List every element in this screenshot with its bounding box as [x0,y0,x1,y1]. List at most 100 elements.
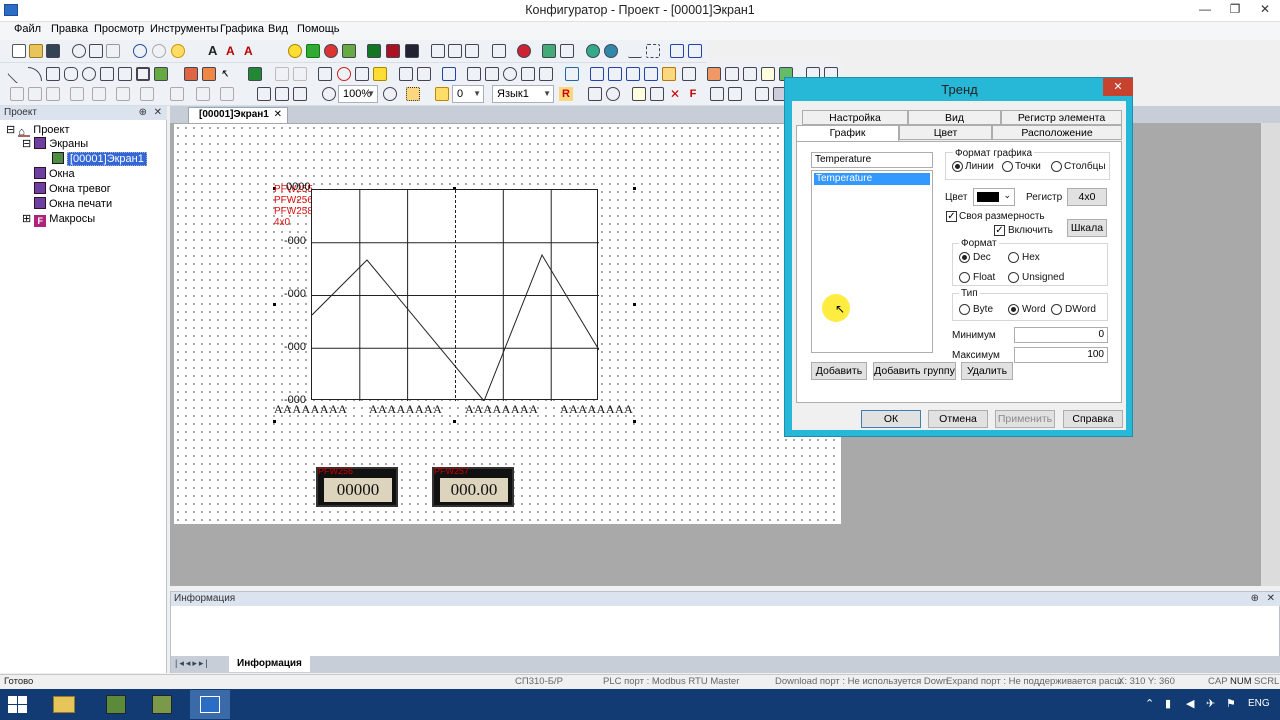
switch-icon[interactable] [399,67,413,81]
paste-icon[interactable] [106,44,120,58]
bitmap-icon[interactable] [184,67,198,81]
selection-handle[interactable] [633,187,636,190]
radio-bars[interactable] [1051,161,1062,172]
menu-tools[interactable]: Инструменты [150,23,219,35]
radio-float[interactable] [959,272,970,283]
window-icon[interactable] [560,44,574,58]
radio-dec[interactable] [959,252,970,263]
switch2-icon[interactable] [417,67,431,81]
series-list[interactable]: Temperature [811,170,933,353]
close-icon[interactable]: ✕ [1267,592,1275,606]
tree-item-windows[interactable]: Окна [34,167,75,181]
lamp-icon[interactable] [288,44,302,58]
line-icon[interactable] [7,64,27,84]
tree-item-screen1[interactable]: [00001]Экран1 [52,152,147,166]
shield-icon[interactable] [565,67,579,81]
counter-icon[interactable] [492,44,506,58]
register-button[interactable]: 4x0 [1067,188,1107,206]
record-icon[interactable] [517,44,531,58]
align-right-icon[interactable] [46,87,60,101]
close-icon[interactable]: ✕ [154,106,162,120]
add-button[interactable]: Добавить [811,362,867,380]
scale-button[interactable]: Шкала [1067,219,1107,237]
same-width-icon[interactable] [140,87,154,101]
redo-icon[interactable] [152,44,166,58]
numeric-display[interactable]: PFW256 00000 [316,466,398,507]
tab-settings[interactable]: Настройка [802,110,908,125]
ascii3-icon[interactable] [465,44,479,58]
radio-unsigned[interactable] [1008,272,1019,283]
zoom-select[interactable]: 100% ▼ [338,85,378,103]
tray-arrow-icon[interactable]: ⌃ [1145,697,1154,710]
radio-dword[interactable] [1051,304,1062,315]
text-style-icon[interactable]: A [226,44,240,58]
apply-button[interactable]: Применить [995,410,1055,428]
expand-icon[interactable]: ⊞ [22,213,31,225]
menu-edit[interactable]: Правка [51,23,88,35]
bitmap2-icon[interactable] [202,67,216,81]
menu-view[interactable]: Просмотр [94,23,144,35]
cancel-button[interactable]: Отмена [928,410,988,428]
cut-icon[interactable] [72,44,86,58]
send-back-icon[interactable] [275,87,289,101]
tree-item-project[interactable]: ⊟ ⌂ Проект [6,123,70,138]
space2-icon[interactable] [220,87,234,101]
dialog-close-button[interactable]: ✕ [1103,78,1133,96]
input-language[interactable]: ENG [1248,698,1270,709]
numeric-display[interactable]: PFW257 000.00 [432,466,514,507]
language-select[interactable]: Язык1 ▼ [492,85,554,103]
delete-button[interactable]: Удалить [961,362,1013,380]
tool2-icon[interactable] [728,87,742,101]
selection-handle[interactable] [453,420,456,423]
globe-icon[interactable] [586,44,600,58]
flag-icon[interactable]: ⚑ [1226,697,1236,710]
text-icon[interactable]: A [208,44,222,58]
rtl-icon[interactable]: R [559,87,573,101]
table-icon[interactable] [707,67,721,81]
editor-vscroll[interactable] [1261,123,1280,586]
explorer-icon[interactable] [44,690,84,719]
upload-icon[interactable] [650,87,664,101]
selection-handle[interactable] [633,303,636,306]
ok-button[interactable]: ОК [861,410,921,428]
align-top-icon[interactable] [70,87,84,101]
text-style2-icon[interactable]: A [244,44,258,58]
same-height-icon[interactable] [170,87,184,101]
add-group-button[interactable]: Добавить группу [873,362,956,380]
picture-icon[interactable] [342,44,356,58]
ascii2-icon[interactable] [448,44,462,58]
help-icon[interactable] [171,44,185,58]
sector-icon[interactable] [118,67,132,81]
radio-byte[interactable] [959,304,970,315]
menu-graphics[interactable]: Графика [220,23,264,35]
grid2-icon[interactable] [743,67,757,81]
selection-handle[interactable] [633,420,636,423]
numeric3-icon[interactable] [405,44,419,58]
collapse-icon[interactable]: ⊟ [6,124,15,136]
space-icon[interactable] [196,87,210,101]
tab-element-register[interactable]: Регистр элемента [1001,110,1122,125]
trend-selected-icon[interactable] [662,67,676,81]
tree-item-alarm-windows[interactable]: Окна тревог [34,182,111,196]
bar-chart-icon[interactable] [670,44,684,58]
tree-item-screens[interactable]: ⊟ Экраны [22,137,88,151]
radio-hex[interactable] [1008,252,1019,263]
circle-icon[interactable] [324,44,338,58]
network-icon[interactable]: ▮ [1165,697,1171,710]
enable-checkbox[interactable]: ✓ [994,225,1005,236]
light-icon[interactable] [373,67,387,81]
tab-chart[interactable]: График [796,125,899,141]
menu-help[interactable]: Помощь [297,23,340,35]
polygon-icon[interactable] [100,67,114,81]
trend-widget[interactable] [311,189,600,402]
object-icon[interactable] [248,67,262,81]
series-list-item[interactable]: Temperature [814,173,930,185]
pin-icon[interactable]: ⊕ [139,106,147,120]
gauge-icon[interactable] [503,67,517,81]
ellipse-icon[interactable] [82,67,96,81]
filter-icon[interactable] [467,67,481,81]
maximize-button[interactable]: ❐ [1220,0,1250,20]
new-icon[interactable] [12,44,26,58]
rounded-rect-icon[interactable] [64,67,78,81]
screen-canvas[interactable]: PFW255 PFW256 PFW258 4x0 0000 -000 -000 … [174,124,841,524]
